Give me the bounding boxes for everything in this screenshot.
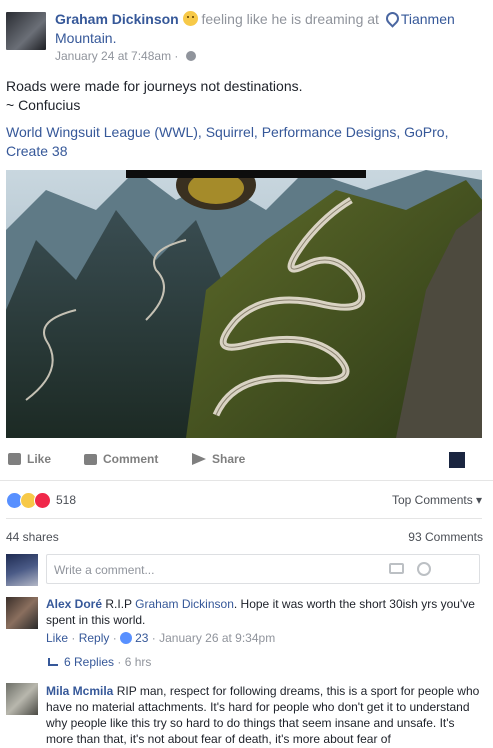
post-time[interactable]: January 24 at 7:48am (55, 49, 171, 63)
view-replies[interactable]: 6 Replies · 6 hrs (48, 655, 151, 669)
comment-button[interactable]: Comment (84, 452, 158, 466)
speech-bubble-icon (84, 453, 97, 465)
post-text: Roads were made for journeys not destina… (6, 77, 486, 115)
post-header: Graham Dickinson feeling like he is drea… (0, 0, 493, 72)
shares-count[interactable]: 44 shares (6, 530, 59, 544)
reply-arrow-icon (48, 658, 58, 666)
replies-label: 6 Replies (64, 655, 115, 669)
like-label: Like (27, 452, 52, 466)
chevron-down-icon: ▾ (476, 493, 483, 507)
commenter-name[interactable]: Alex Doré (46, 597, 102, 611)
post-text-line-1: Roads were made for journeys not destina… (6, 78, 303, 94)
post-title-line: Graham Dickinson feeling like he is drea… (55, 9, 485, 48)
activity-text: feeling like he is dreaming at (201, 11, 379, 27)
smiling-emoji-icon (182, 11, 198, 26)
comment-like-link[interactable]: Like (46, 631, 68, 645)
share-label: Share (212, 452, 246, 466)
page-avatar-icon[interactable] (449, 452, 465, 468)
camera-icon[interactable] (389, 563, 404, 574)
commenter-avatar[interactable] (6, 683, 38, 715)
divider (6, 518, 482, 519)
comment-reply-link[interactable]: Reply (79, 631, 110, 645)
comment-text: Mila Mcmila RIP man, respect for followi… (46, 683, 482, 747)
top-comments-dropdown[interactable]: Top Comments ▾ (392, 493, 482, 507)
post-photo[interactable] (6, 170, 482, 438)
mountain-road-photo (6, 170, 482, 438)
thumbs-up-icon (8, 453, 21, 465)
post-timestamp-line: January 24 at 7:48am · (55, 49, 196, 63)
commenter-avatar[interactable] (6, 597, 38, 629)
replies-time: 6 hrs (124, 655, 152, 669)
comment-like-count[interactable]: 23 (135, 631, 148, 645)
share-button[interactable]: Share (192, 452, 245, 466)
author-name[interactable]: Graham Dickinson (55, 11, 179, 27)
comment-text: Alex Doré R.I.P Graham Dickinson. Hope i… (46, 596, 482, 628)
author-avatar[interactable] (6, 12, 46, 50)
post-text-line-2: ~ Confucius (6, 97, 81, 113)
comments-count[interactable]: 93 Comments (408, 530, 483, 544)
reactions-count: 518 (56, 493, 77, 507)
comment-label: Comment (103, 452, 159, 466)
emoji-icon[interactable] (417, 562, 431, 576)
separator: · (174, 49, 179, 63)
comment-time[interactable]: January 26 at 9:34pm (159, 631, 275, 645)
like-badge-icon (120, 632, 133, 644)
post-tags[interactable]: World Wingsuit League (WWL), Squirrel, P… (6, 123, 486, 161)
comment-composer: Write a comment... (6, 554, 482, 588)
mention-link[interactable]: Graham Dickinson (135, 597, 234, 611)
reactions-summary[interactable]: 518 (6, 490, 76, 510)
love-reaction-icon (34, 491, 51, 509)
like-button[interactable]: Like (8, 452, 51, 466)
comment-meta: Like · Reply · 23 · January 26 at 9:34pm (46, 631, 276, 645)
post-actions: Like Comment Share (0, 452, 493, 478)
commenter-name[interactable]: Mila Mcmila (46, 684, 113, 698)
share-arrow-icon (192, 453, 206, 465)
top-comments-label: Top Comments (392, 493, 473, 507)
globe-icon[interactable] (185, 51, 196, 61)
comment-text-prefix: R.I.P (105, 597, 136, 611)
comment-input[interactable]: Write a comment... (46, 554, 480, 584)
location-pin-icon (383, 9, 402, 28)
divider (0, 480, 493, 481)
viewer-avatar[interactable] (6, 554, 38, 586)
